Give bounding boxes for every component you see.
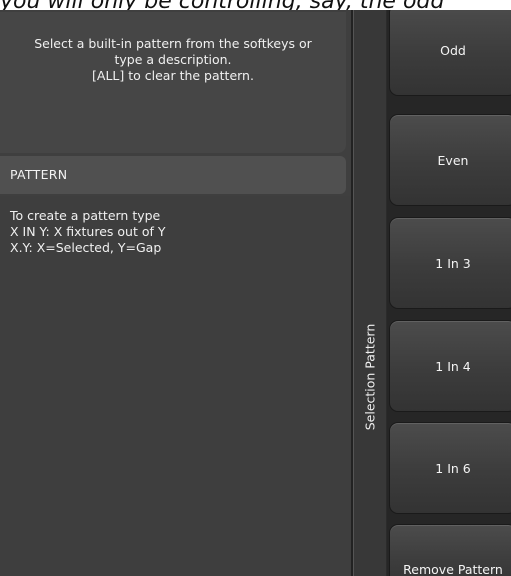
console-screen: Select a built-in pattern from the softk…: [0, 10, 511, 576]
prompt-line-2: type a description.: [114, 52, 232, 67]
one-in-4-softkey[interactable]: 1 In 4: [389, 320, 511, 412]
pattern-header: PATTERN: [0, 156, 346, 194]
odd-softkey[interactable]: Odd: [389, 10, 511, 96]
help-line-2: X IN Y: X fixtures out of Y: [10, 224, 166, 239]
help-area: To create a pattern type X IN Y: X fixtu…: [0, 196, 351, 576]
prompt-line-3: [ALL] to clear the pattern.: [92, 68, 254, 83]
help-line-1: To create a pattern type: [10, 208, 161, 223]
one-in-3-softkey[interactable]: 1 In 3: [389, 217, 511, 309]
prompt-box: Select a built-in pattern from the softk…: [0, 12, 346, 153]
help-line-3: X.Y: X=Selected, Y=Gap: [10, 240, 162, 255]
even-softkey[interactable]: Even: [389, 114, 511, 206]
softkey-column: Odd Even 1 In 3 1 In 4 1 In 6 Remove Pat…: [387, 10, 511, 576]
one-in-6-softkey[interactable]: 1 In 6: [389, 422, 511, 514]
softkey-title-strip: Selection Pattern: [353, 10, 386, 576]
info-panel: Select a built-in pattern from the softk…: [0, 10, 351, 576]
selection-pattern-label-text: Selection Pattern: [362, 323, 378, 431]
remove-pattern-softkey[interactable]: Remove Pattern: [389, 524, 511, 576]
prompt-line-1: Select a built-in pattern from the softk…: [34, 36, 312, 51]
